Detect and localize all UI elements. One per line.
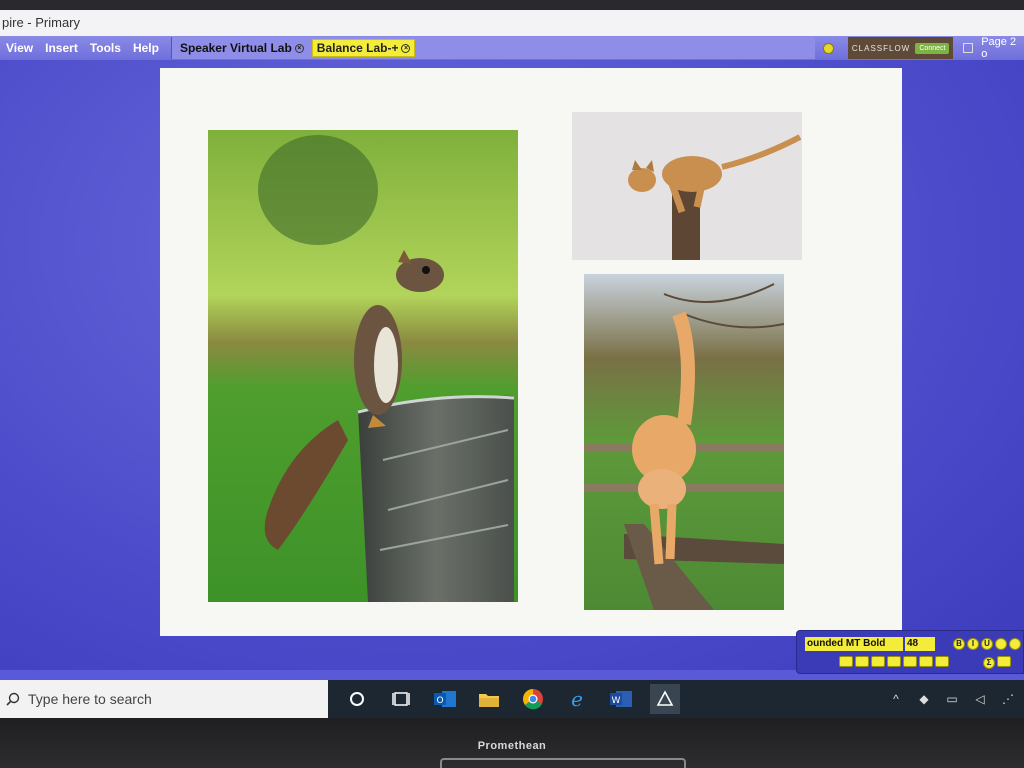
monitor-bezel: Promethean (0, 718, 1024, 768)
menu-insert[interactable]: Insert (39, 36, 84, 60)
tab-speaker-virtual-lab[interactable]: Speaker Virtual Lab × (176, 39, 308, 57)
tab-balance-lab[interactable]: Balance Lab-+ × (311, 39, 416, 57)
search-icon (6, 692, 20, 706)
cat-on-post-photo[interactable] (572, 112, 802, 260)
window-title: pire - Primary (2, 15, 81, 30)
page-indicator: Page 2 o (963, 36, 1024, 60)
volume-icon[interactable]: ◁ (972, 691, 988, 707)
squirrel-photo[interactable] (208, 130, 518, 602)
monitor-frame: pire - Primary View Insert Tools Help Sp… (0, 0, 1024, 768)
chevron-up-icon[interactable]: ^ (888, 691, 904, 707)
flipchart-page[interactable] (160, 68, 902, 636)
align-left-button[interactable] (839, 656, 853, 667)
edge-icon[interactable]: e (562, 684, 592, 714)
font-name-dropdown[interactable]: ounded MT Bold (805, 637, 903, 651)
format-button[interactable] (1009, 638, 1021, 650)
cat-on-fence-photo[interactable] (584, 274, 784, 610)
network-icon[interactable]: ⋰ (1000, 691, 1016, 707)
font-size-dropdown[interactable]: 48 (905, 637, 935, 651)
activinspire-icon[interactable] (650, 684, 680, 714)
menu-tools[interactable]: Tools (84, 36, 127, 60)
format-button[interactable] (995, 638, 1007, 650)
bullets-button[interactable] (887, 656, 901, 667)
outdent-button[interactable] (919, 656, 933, 667)
close-icon[interactable]: × (294, 43, 304, 53)
svg-text:O: O (436, 696, 443, 706)
tab-label: Balance Lab-+ (316, 41, 399, 55)
menu-help[interactable]: Help (127, 36, 165, 60)
chrome-icon[interactable] (518, 684, 548, 714)
svg-text:W: W (612, 696, 621, 706)
font-toolbar: ounded MT Bold 48 B I U Σ (796, 630, 1024, 674)
workspace (0, 60, 1024, 670)
cortana-icon[interactable] (342, 684, 372, 714)
system-tray: ^ ◆ ▭ ◁ ⋰ (876, 691, 1024, 707)
align-center-button[interactable] (855, 656, 869, 667)
underline-button[interactable]: U (981, 638, 993, 650)
format-button[interactable] (935, 656, 949, 667)
file-explorer-icon[interactable] (474, 684, 504, 714)
smiley-icon[interactable] (823, 42, 834, 54)
monitor-brand: Promethean (477, 740, 547, 752)
taskbar-search[interactable]: Type here to search (0, 680, 328, 718)
window-title-bar: pire - Primary (0, 10, 1024, 36)
flipchart-tabs: Speaker Virtual Lab × Balance Lab-+ × (170, 37, 816, 59)
close-icon[interactable]: × (401, 43, 411, 53)
format-button[interactable] (997, 656, 1011, 667)
align-right-button[interactable] (871, 656, 885, 667)
menu-bar: View Insert Tools Help Speaker Virtual L… (0, 36, 1024, 60)
dropbox-icon[interactable]: ◆ (916, 691, 932, 707)
screen: pire - Primary View Insert Tools Help Sp… (0, 10, 1024, 718)
connect-button[interactable]: Connect (915, 42, 950, 54)
menu-view[interactable]: View (0, 36, 39, 60)
italic-button[interactable]: I (967, 638, 979, 650)
word-icon[interactable]: W (606, 684, 636, 714)
outlook-icon[interactable]: O (430, 684, 460, 714)
page-checkbox[interactable] (963, 43, 974, 53)
task-view-icon[interactable] (386, 684, 416, 714)
classflow-logo: CLASSFLOW (851, 43, 911, 53)
indent-button[interactable] (903, 656, 917, 667)
bezel-tab (440, 758, 686, 768)
tab-label: Speaker Virtual Lab (179, 41, 292, 55)
symbol-button[interactable]: Σ (983, 657, 995, 669)
bold-button[interactable]: B (953, 638, 965, 650)
search-placeholder: Type here to search (28, 691, 152, 707)
classflow-panel: CLASSFLOW Connect (847, 37, 954, 59)
taskbar: Type here to search O e W ^ ◆ ▭ ◁ ⋰ (0, 680, 1024, 718)
svg-text:e: e (571, 688, 583, 710)
battery-icon[interactable]: ▭ (944, 691, 960, 707)
page-indicator-label: Page 2 o (981, 36, 1017, 60)
